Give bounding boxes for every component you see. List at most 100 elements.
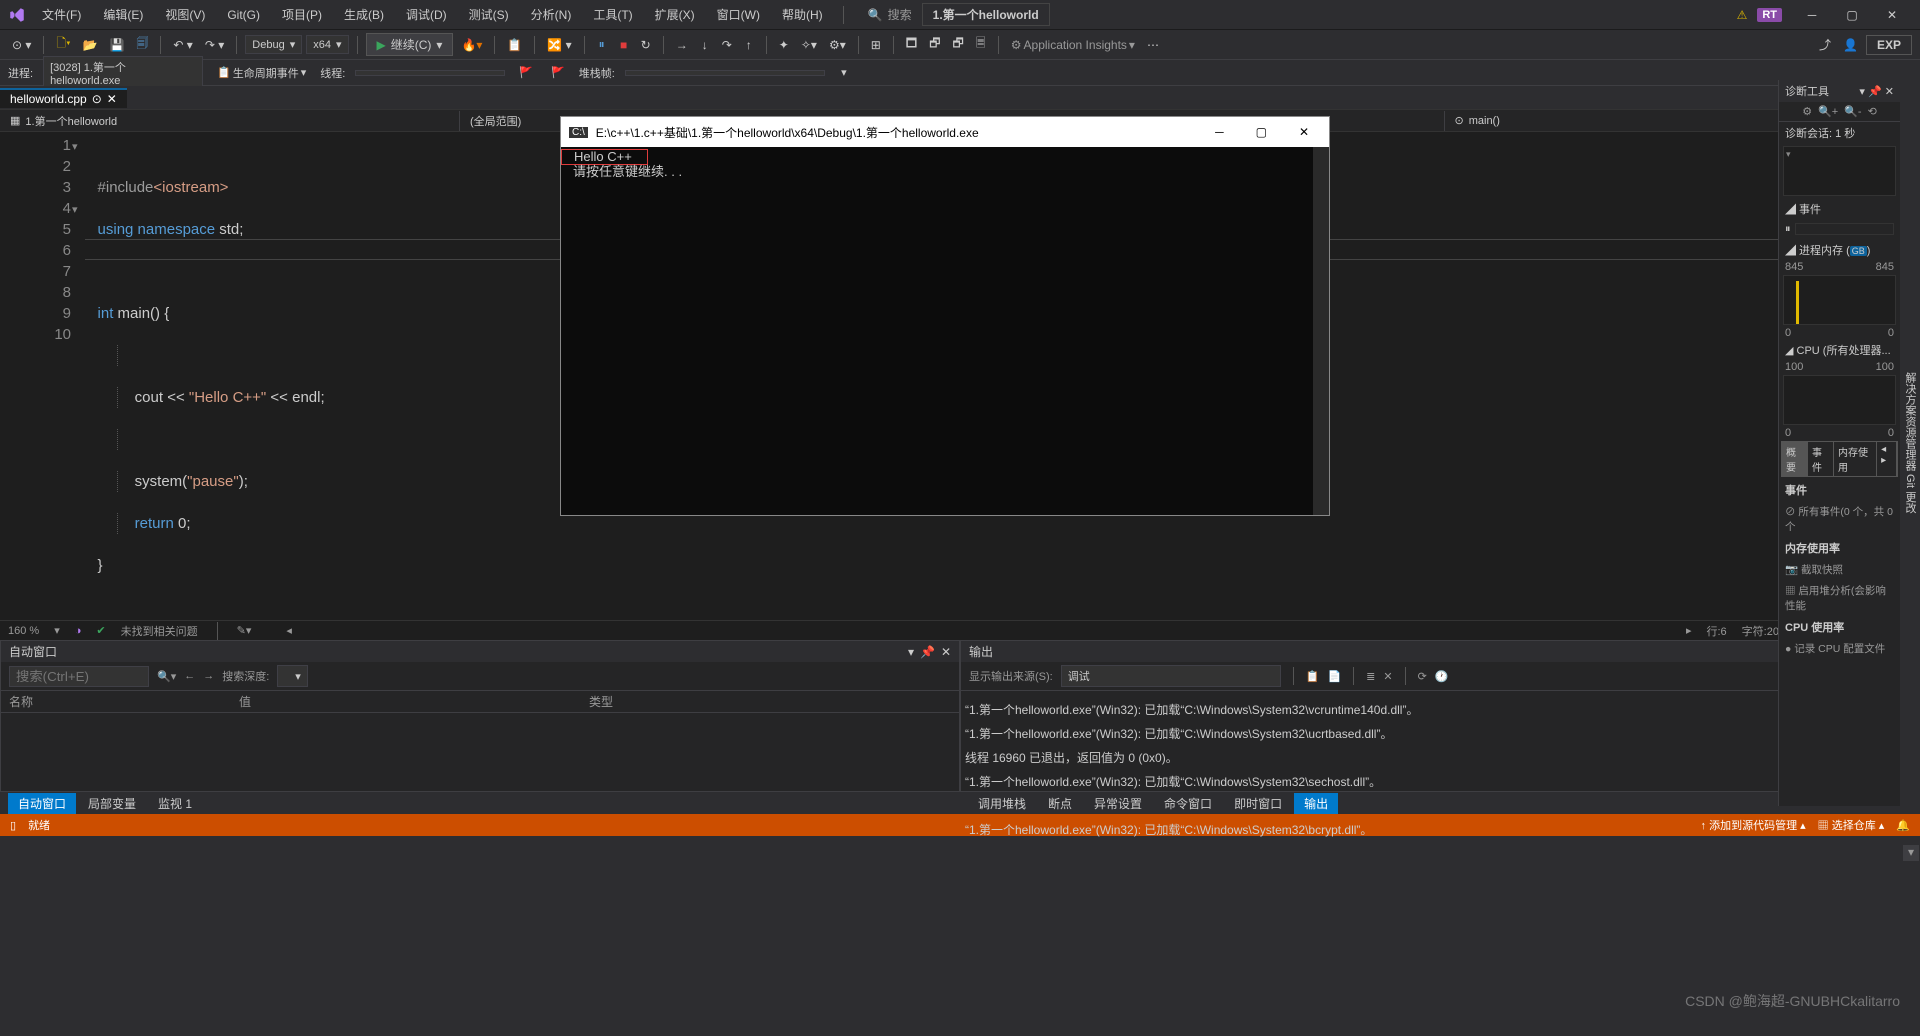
tab-breakpoints[interactable]: 断点: [1038, 793, 1082, 814]
close-tab-icon[interactable]: ✕: [107, 92, 117, 106]
search-go-icon[interactable]: 🔍▾: [157, 670, 176, 683]
diag-mem-label[interactable]: ◢ 进程内存 (GB): [1779, 239, 1900, 261]
notifications-icon[interactable]: 🔔: [1896, 819, 1910, 832]
issues-label[interactable]: 未找到相关问题: [121, 623, 198, 639]
close-button[interactable]: ✕: [1872, 0, 1912, 30]
undo-icon[interactable]: ↶ ▾: [169, 35, 196, 55]
autos-search-input[interactable]: [9, 666, 149, 687]
maximize-button[interactable]: ▢: [1832, 0, 1872, 30]
insights-icon[interactable]: ⚙ Application Insights ▾: [1007, 35, 1139, 55]
flag2-icon[interactable]: 🚩: [547, 63, 569, 82]
diag-cpu-graph[interactable]: [1783, 375, 1896, 425]
platform-dropdown[interactable]: x64 ▾: [306, 35, 348, 54]
panel-close-icon[interactable]: ✕: [941, 645, 951, 659]
col-name-header[interactable]: 名称: [9, 693, 239, 710]
tab-watch[interactable]: 监视 1: [148, 793, 202, 814]
stack-down-icon[interactable]: ▾: [835, 63, 853, 82]
config-dropdown[interactable]: Debug ▾: [245, 35, 302, 54]
menu-window[interactable]: 窗口(W): [711, 2, 766, 27]
output-source-dropdown[interactable]: 调试: [1061, 665, 1281, 687]
save-icon[interactable]: 💾: [105, 35, 128, 55]
tb-icon-c[interactable]: ⚙▾: [825, 35, 850, 55]
diag-pin-icon[interactable]: 📌: [1868, 86, 1882, 98]
panel-pin-icon[interactable]: 📌: [920, 645, 935, 659]
menu-debug[interactable]: 调试(D): [400, 2, 453, 27]
tab-output[interactable]: 输出: [1294, 793, 1338, 814]
console-close-icon[interactable]: ✕: [1287, 125, 1321, 139]
tab-command[interactable]: 命令窗口: [1154, 793, 1222, 814]
analysis-icon[interactable]: ◑: [75, 625, 82, 637]
tb-icon-d[interactable]: ⊞: [867, 35, 885, 55]
diag-events-row[interactable]: ⊘ 所有事件(0 个，共 0 个: [1779, 501, 1900, 537]
pin-icon[interactable]: ⊙: [92, 92, 102, 106]
menu-tools[interactable]: 工具(T): [587, 2, 638, 27]
diag-heap[interactable]: ▦ 启用堆分析(会影响性能: [1779, 580, 1900, 616]
step-out-icon[interactable]: ↑: [740, 35, 758, 55]
restart-icon[interactable]: ↻: [637, 35, 655, 55]
menu-extensions[interactable]: 扩展(X): [649, 2, 701, 27]
tb-icon-b[interactable]: ✧▾: [797, 35, 821, 55]
diag-events-label[interactable]: ◢ 事件: [1779, 198, 1900, 220]
out-icon-f[interactable]: 🕐: [1435, 670, 1449, 683]
menu-help[interactable]: 帮助(H): [776, 2, 829, 27]
repo-picker[interactable]: ▦ 选择仓库 ▴: [1818, 817, 1885, 833]
search-box[interactable]: 🔍 搜索: [868, 6, 912, 23]
out-icon-a[interactable]: 📋: [1306, 670, 1320, 683]
menu-analyze[interactable]: 分析(N): [525, 2, 578, 27]
continue-button[interactable]: ▶继续(C) ▾: [366, 33, 454, 56]
bc-project[interactable]: ▦ 1.第一个helloworld: [0, 111, 460, 131]
step-into-icon[interactable]: ↓: [696, 35, 714, 55]
diag-mem-graph[interactable]: [1783, 275, 1896, 325]
diag-snapshot[interactable]: 📷 截取快照: [1779, 559, 1900, 580]
console-output[interactable]: Hello C++ 请按任意键继续. . .: [561, 147, 1313, 515]
diag-timeline[interactable]: ▾: [1783, 146, 1896, 196]
diag-tab-events[interactable]: 事件: [1808, 442, 1834, 476]
exp-button[interactable]: EXP: [1866, 35, 1912, 55]
flag-icon[interactable]: 🚩: [515, 63, 537, 82]
out-icon-c[interactable]: ≣: [1366, 670, 1375, 683]
tb-icon-a[interactable]: ✦: [775, 35, 793, 55]
source-control[interactable]: ↑ 添加到源代码管理 ▴: [1701, 817, 1806, 833]
diag-events-pause-icon[interactable]: ⏸: [1785, 223, 1791, 236]
tb-icon-i[interactable]: ⋯: [1143, 35, 1163, 55]
open-icon[interactable]: 📂: [79, 35, 102, 55]
menu-edit[interactable]: 编辑(E): [97, 2, 149, 27]
out-icon-e[interactable]: ⟳: [1418, 670, 1427, 683]
diag-close-icon[interactable]: ✕: [1885, 86, 1894, 98]
minimize-button[interactable]: ─: [1792, 0, 1832, 30]
warning-icon[interactable]: ⚠: [1737, 8, 1748, 22]
diag-drop-icon[interactable]: ▾: [1859, 86, 1865, 98]
step-next-icon[interactable]: →: [672, 35, 692, 55]
menu-test[interactable]: 测试(S): [463, 2, 515, 27]
menu-build[interactable]: 生成(B): [338, 2, 390, 27]
lifecycle-icon[interactable]: 📋 生命周期事件 ▾: [213, 62, 310, 84]
nav-back-icon[interactable]: ⊙ ▾: [8, 35, 35, 55]
tb-icon-g[interactable]: 🗗: [948, 31, 967, 58]
hot-reload-icon[interactable]: 🔥▾: [457, 35, 486, 55]
tab-locals[interactable]: 局部变量: [78, 793, 146, 814]
tab-immediate[interactable]: 即时窗口: [1224, 793, 1292, 814]
thread-dropdown[interactable]: [355, 70, 505, 76]
stackframe-dropdown[interactable]: [625, 70, 825, 76]
zoom-level[interactable]: 160 %: [8, 625, 39, 637]
console-maximize-icon[interactable]: ▢: [1244, 125, 1279, 139]
diag-record[interactable]: ● 记录 CPU 配置文件: [1779, 638, 1900, 659]
scroll-left-icon[interactable]: ◂: [286, 624, 292, 637]
diag-zoomout-icon[interactable]: 🔍-: [1844, 105, 1861, 118]
scroll-right-icon[interactable]: ▸: [1686, 624, 1692, 637]
menu-file[interactable]: 文件(F): [36, 2, 87, 27]
nav-prev-icon[interactable]: ←: [184, 670, 195, 682]
diag-cpu-label[interactable]: ◢ CPU (所有处理器...: [1779, 339, 1900, 361]
account-icon[interactable]: 👤: [1839, 35, 1862, 55]
new-item-icon[interactable]: 🗋▾: [52, 31, 74, 58]
process-icon[interactable]: 📋: [503, 35, 526, 55]
process-dropdown[interactable]: [3028] 1.第一个helloworld.exe: [43, 56, 203, 90]
nav-next-icon[interactable]: →: [203, 670, 214, 682]
step-over-icon[interactable]: ↷: [718, 35, 736, 55]
user-badge[interactable]: RT: [1757, 8, 1782, 22]
diag-tab-more[interactable]: ◂ ▸: [1877, 442, 1897, 476]
line-indicator[interactable]: 行:6: [1706, 623, 1726, 639]
diag-gear-icon[interactable]: ⚙: [1802, 105, 1812, 118]
diag-tab-summary[interactable]: 概要: [1782, 442, 1808, 476]
solution-name[interactable]: 1.第一个helloworld: [922, 3, 1050, 26]
